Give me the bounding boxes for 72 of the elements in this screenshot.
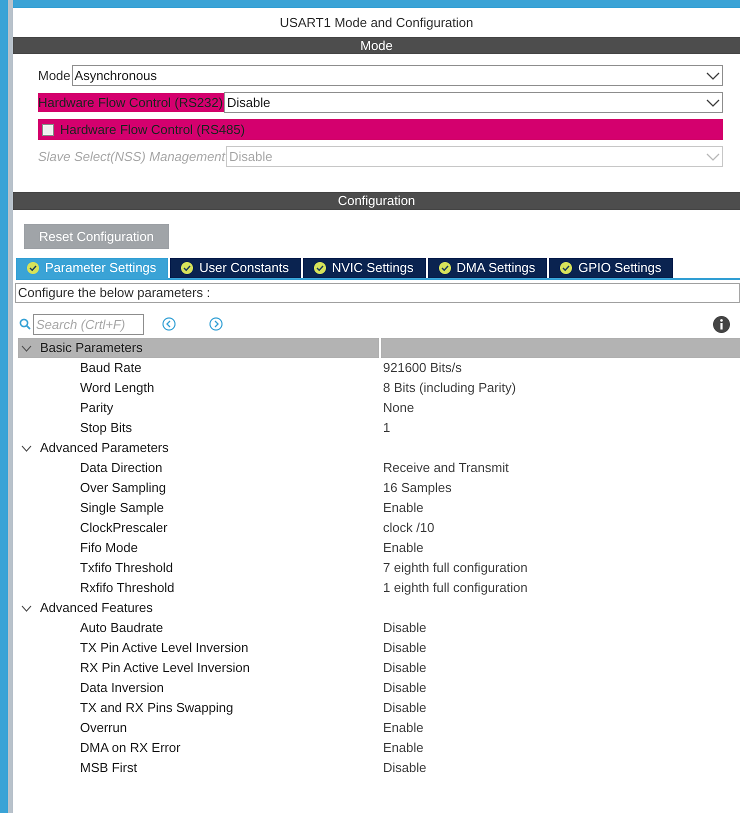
caret-icon (706, 72, 720, 80)
parameter-name: Overrun (80, 719, 128, 738)
check-circle-icon (27, 262, 39, 274)
parameter-value: Disable (383, 659, 426, 678)
caret-icon (706, 152, 720, 160)
field-label: Slave Select(NSS) Management (38, 148, 226, 166)
parameter-name: MSB First (80, 759, 138, 778)
parameter-name: DMA on RX Error (80, 739, 182, 758)
parameter-value: clock /10 (383, 519, 434, 538)
parameter-value: 1 eighth full configuration (383, 579, 528, 598)
parameter-name: Data Inversion (80, 679, 165, 698)
group-row[interactable]: Basic Parameters (18, 338, 740, 358)
parameter-value: Enable (383, 539, 424, 558)
description-field: Configure the below parameters : (15, 283, 740, 303)
parameter-value: Disable (383, 679, 426, 698)
parameter-value: Enable (383, 719, 424, 738)
chevron-icon (21, 344, 32, 352)
next-icon[interactable] (209, 317, 223, 331)
previous-icon[interactable] (162, 317, 176, 331)
chevron-icon (21, 604, 32, 612)
checkbox-label: Hardware Flow Control (RS485) (60, 120, 245, 139)
section-header: Mode (13, 37, 740, 54)
parameter-name: TX Pin Active Level Inversion (80, 639, 250, 658)
parameter-name: RX Pin Active Level Inversion (80, 659, 251, 678)
dropdown[interactable]: Disable (224, 92, 723, 113)
chevron-icon (21, 444, 32, 452)
parameter-value: None (383, 399, 414, 418)
window-title: USART1 Mode and Configuration (278, 14, 474, 32)
parameter-value: Disable (383, 639, 426, 658)
parameter-value: 7 eighth full configuration (383, 559, 528, 578)
caret-icon (706, 98, 720, 106)
check-circle-icon (560, 262, 572, 274)
parameter-value: Enable (383, 499, 424, 518)
parameter-value: Disable (383, 619, 426, 638)
parameter-name: TX and RX Pins Swapping (80, 699, 234, 718)
parameter-name: Fifo Mode (80, 539, 139, 558)
tab[interactable]: User Constants (170, 258, 301, 278)
parameter-name: Auto Baudrate (80, 619, 164, 638)
parameter-value: 16 Samples (383, 479, 452, 498)
parameter-value: Disable (383, 699, 426, 718)
group-row[interactable]: Advanced Features (18, 598, 740, 618)
parameter-name: Baud Rate (80, 359, 142, 378)
parameter-name: Rxfifo Threshold (80, 579, 176, 598)
parameter-name: Single Sample (80, 499, 165, 518)
parameter-name: Txfifo Threshold (80, 559, 174, 578)
parameter-name: ClockPrescaler (80, 519, 168, 538)
field-label: Hardware Flow Control (RS232) (38, 92, 224, 112)
search-field[interactable]: Search (Crtl+F) (33, 314, 144, 334)
parameter-value: 1 (383, 419, 390, 438)
parameter-value: Disable (383, 759, 426, 778)
field-label: Mode (38, 66, 72, 85)
parameter-value: Enable (383, 739, 424, 758)
group-row[interactable]: Advanced Parameters (18, 438, 740, 458)
section-header: Configuration (13, 192, 740, 210)
parameter-value: 8 Bits (including Parity) (383, 379, 516, 398)
tab[interactable]: GPIO Settings (549, 258, 674, 278)
checkbox[interactable] (42, 124, 54, 136)
parameter-name: Over Sampling (80, 479, 167, 498)
parameter-name: Word Length (80, 379, 156, 398)
parameter-name: Data Direction (80, 459, 164, 478)
check-circle-icon (438, 262, 451, 274)
info-icon[interactable] (713, 316, 730, 332)
search-icon (19, 318, 31, 330)
parameter-name: Stop Bits (80, 419, 134, 438)
dropdown[interactable]: Asynchronous (72, 65, 723, 86)
parameter-name: Parity (80, 399, 114, 418)
parameter-value: Receive and Transmit (383, 459, 509, 478)
tab[interactable]: NVIC Settings (302, 258, 426, 278)
parameter-value: 921600 Bits/s (383, 359, 462, 378)
tab[interactable]: DMA Settings (428, 258, 548, 278)
check-circle-icon (314, 262, 326, 274)
check-circle-icon (181, 262, 194, 274)
